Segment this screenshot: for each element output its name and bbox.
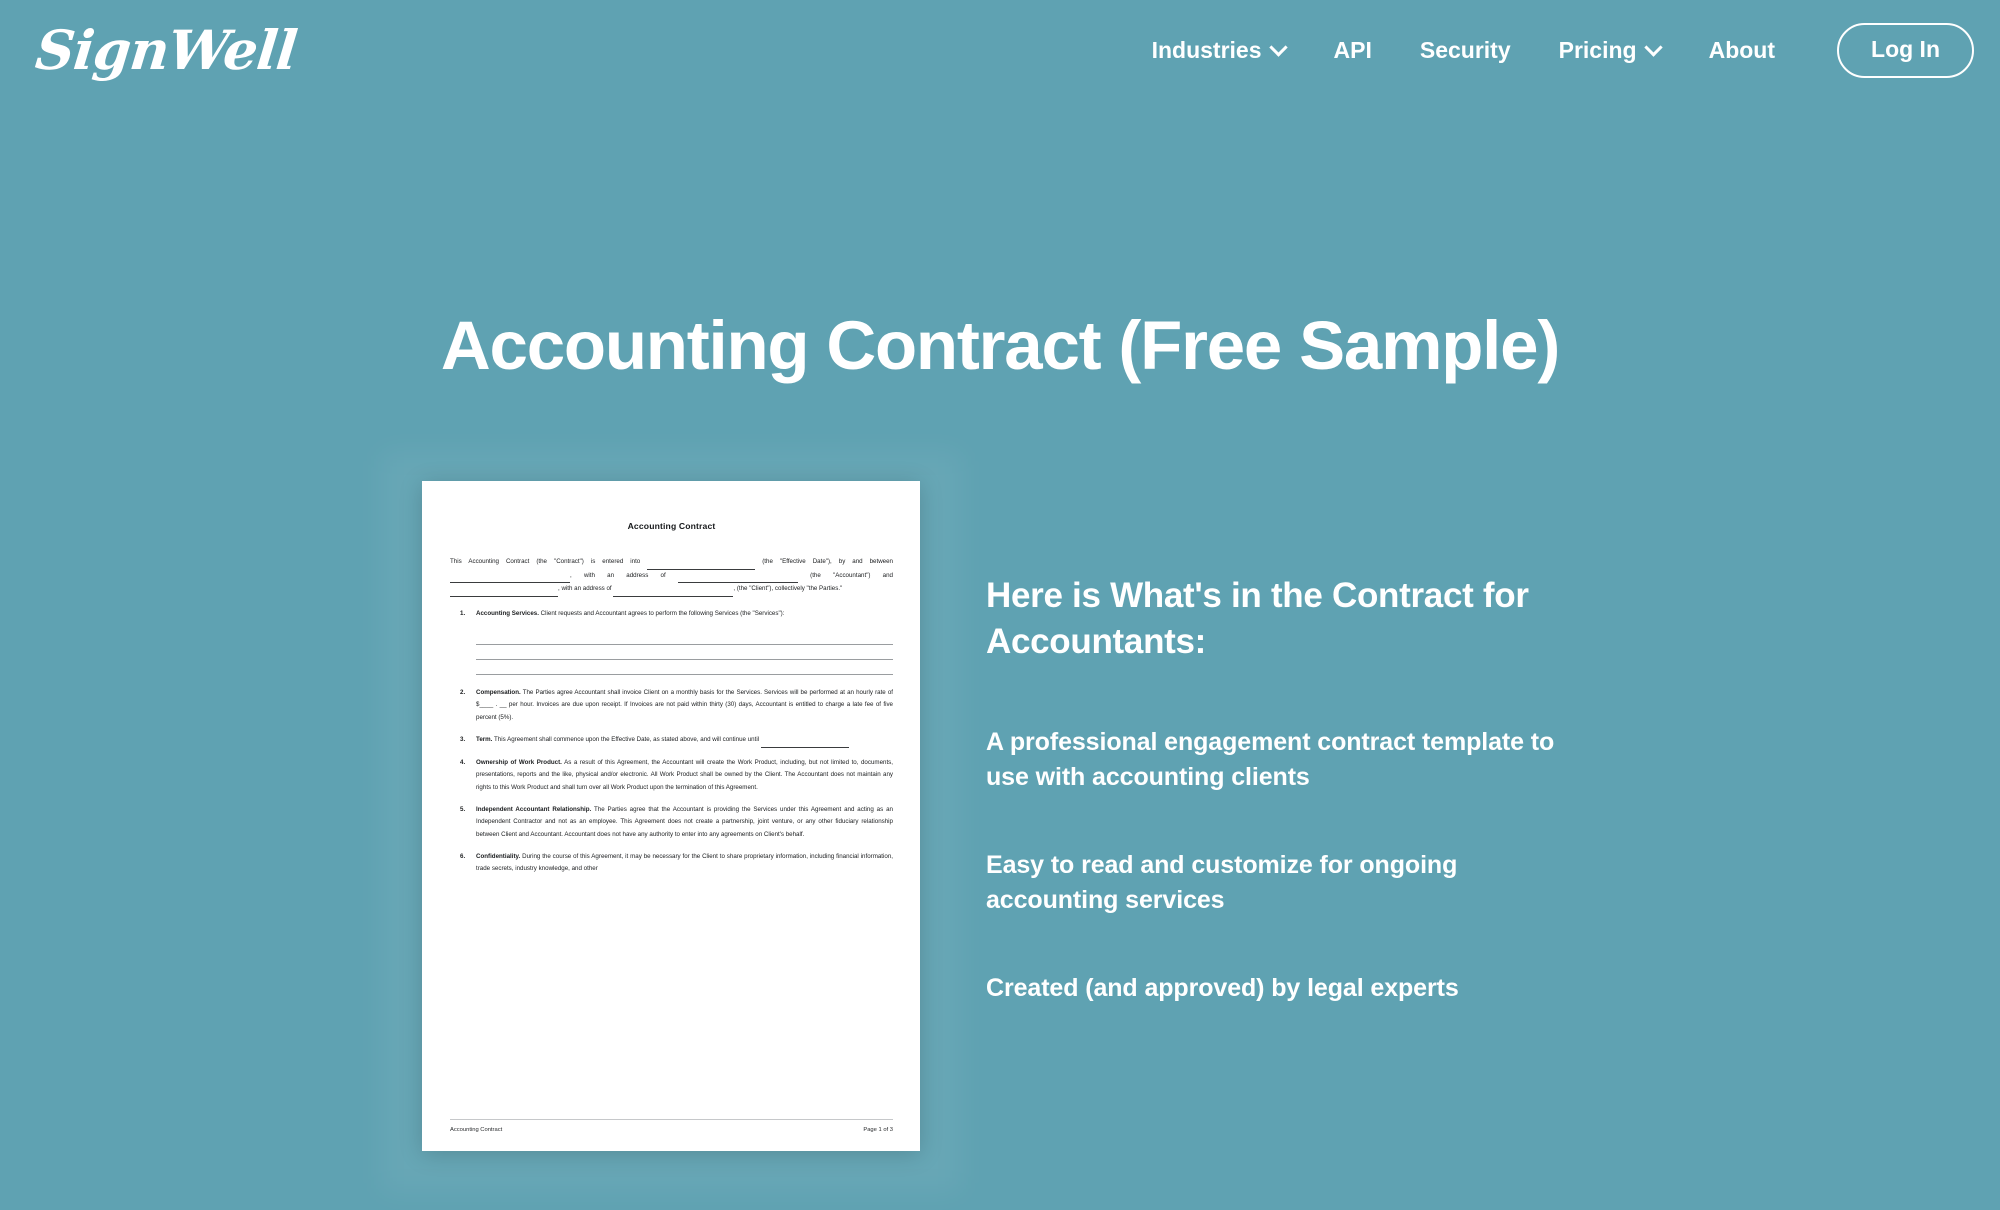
document-intro-paragraph: This Accounting Contract (the "Contract"… (450, 556, 893, 597)
clause-fill-lines (476, 630, 893, 675)
blank-field-client-address (613, 583, 734, 597)
clause-body: The Parties agree Accountant shall invoi… (476, 688, 893, 722)
intro-text-3: , with an address of (570, 571, 678, 579)
nav-item-pricing[interactable]: Pricing (1535, 37, 1685, 64)
fill-line (476, 630, 893, 645)
document-clause: 5. Independent Accountant Relationship. … (450, 804, 893, 842)
nav-item-industries[interactable]: Industries (1128, 37, 1310, 64)
chevron-down-icon (1646, 41, 1661, 56)
nav-item-about[interactable]: About (1685, 37, 1799, 64)
fill-line (476, 645, 893, 660)
intro-text-1: This Accounting Contract (the "Contract"… (450, 557, 648, 565)
document-clause: 6. Confidentiality. During the course of… (450, 851, 893, 876)
document-clause: 4. Ownership of Work Product. As a resul… (450, 757, 893, 795)
blank-field-effective-date (647, 556, 756, 570)
footer-divider (450, 1118, 893, 1120)
document-clause: 3. Term. This Agreement shall commence u… (450, 734, 893, 748)
clause-number: 5. (460, 805, 466, 813)
document-title: Accounting Contract (627, 520, 716, 531)
intro-text-5: , with an address of (558, 585, 614, 593)
clause-number: 4. (460, 758, 466, 766)
clause-heading: Ownership of Work Product. (476, 758, 562, 766)
highlight-point: A professional engagement contract templ… (986, 727, 1555, 792)
content-row: Accounting Contract This Accounting Cont… (0, 384, 2000, 1193)
blank-field-accountant-address (677, 570, 798, 584)
clause-number: 6. (460, 852, 466, 860)
document-footer-title: Accounting Contract (450, 1126, 503, 1133)
clause-heading: Accounting Services. (476, 610, 539, 617)
page-title: Accounting Contract (Free Sample) (440, 307, 1560, 384)
nav-item-label: API (1333, 36, 1372, 63)
intro-text-6: , (the "Client"), collectively "the Part… (733, 585, 843, 593)
clause-body: Client requests and Accountant agrees to… (538, 610, 785, 617)
fill-line (476, 660, 893, 675)
document-page-number: Page 1 of 3 (863, 1126, 893, 1133)
nav-item-security[interactable]: Security (1396, 37, 1535, 64)
highlight-point: Created (and approved) by legal experts (986, 973, 1459, 1002)
nav-item-label: Security (1419, 36, 1511, 63)
clause-body: This Agreement shall commence upon the E… (492, 735, 761, 743)
document-clause: 2. Compensation. The Parties agree Accou… (450, 687, 893, 725)
clause-number: 2. (460, 688, 466, 696)
chevron-down-icon (1271, 41, 1286, 56)
nav-item-api[interactable]: API (1310, 37, 1396, 64)
hero-section: Accounting Contract (Free Sample) (0, 100, 2000, 384)
document-page[interactable]: Accounting Contract This Accounting Cont… (422, 480, 920, 1151)
nav-item-label: Industries (1151, 36, 1262, 63)
blank-field-accountant-name (450, 570, 570, 584)
main-navigation: Industries API Security Pricing About Lo… (1128, 22, 1974, 78)
clause-heading: Independent Accountant Relationship. (476, 805, 592, 813)
clause-heading: Compensation. (476, 688, 521, 696)
clause-body: During the course of this Agreement, it … (476, 852, 893, 873)
clause-heading: Term. (476, 735, 493, 743)
contract-highlights: Here is What's in the Contract for Accou… (986, 481, 1606, 1007)
highlights-heading: Here is What's in the Contract for Accou… (986, 575, 1529, 662)
clause-number: 1. (460, 610, 466, 617)
highlight-point: Easy to read and customize for ongoing a… (986, 850, 1458, 915)
document-clause-list: 1. Accounting Services. Client requests … (450, 608, 893, 876)
intro-text-4: (the "Accountant") and (797, 571, 894, 579)
clause-heading: Confidentiality. (476, 852, 521, 860)
nav-item-label: Pricing (1558, 36, 1637, 63)
site-header: SignWell Industries API Security Pricing… (0, 0, 2000, 100)
log-in-button[interactable]: Log In (1837, 22, 1974, 78)
blank-field-term-end (760, 734, 849, 748)
blank-field-client-name (450, 583, 558, 597)
signwell-logo[interactable]: SignWell (27, 18, 300, 82)
intro-text-2: (the "Effective Date"), by and between (755, 557, 893, 565)
document-footer: Accounting Contract Page 1 of 3 (450, 1118, 893, 1133)
document-preview[interactable]: Accounting Contract This Accounting Cont… (380, 450, 962, 1193)
document-clause: 1. Accounting Services. Client requests … (450, 608, 893, 621)
clause-number: 3. (460, 735, 466, 743)
nav-item-label: About (1708, 36, 1776, 63)
